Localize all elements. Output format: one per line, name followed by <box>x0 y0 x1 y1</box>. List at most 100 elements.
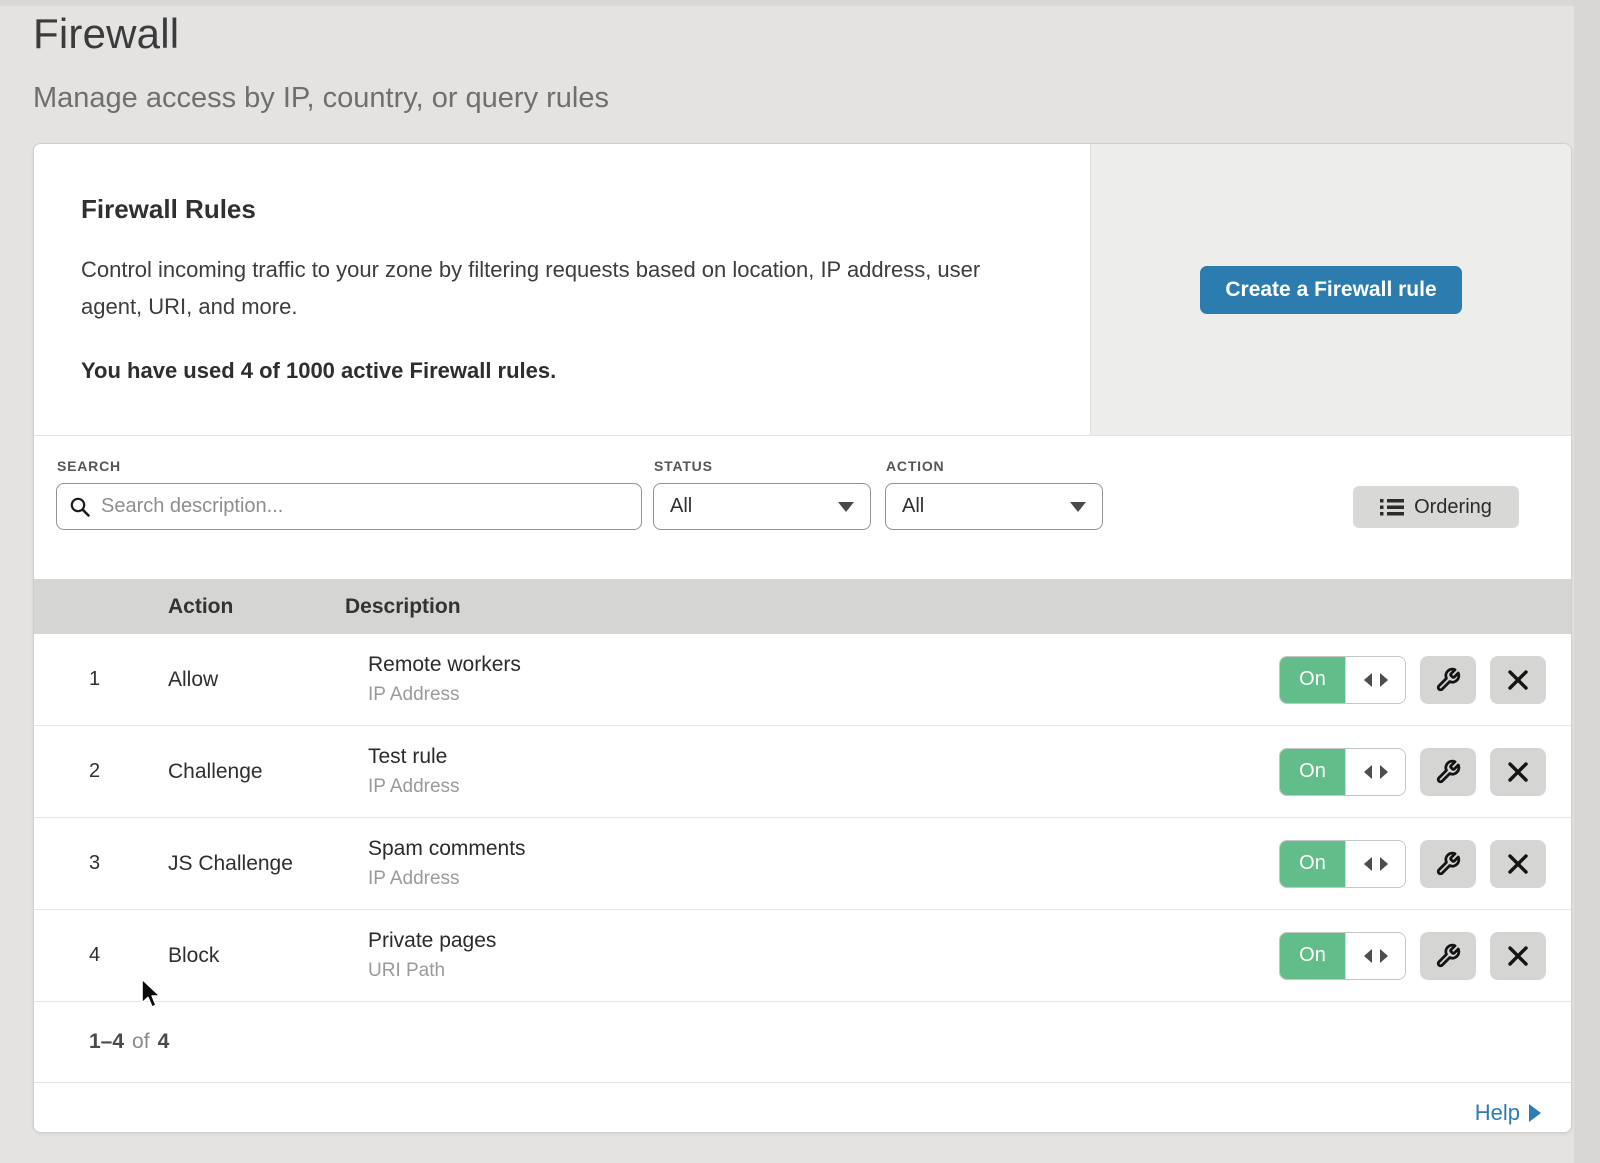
rule-field: IP Address <box>368 776 1279 798</box>
rules-description: Control incoming traffic to your zone by… <box>81 251 1026 325</box>
window-top-edge <box>0 0 1600 6</box>
delete-rule-button[interactable] <box>1490 656 1546 704</box>
help-link-label: Help <box>1475 1100 1520 1126</box>
rule-controls: On <box>1279 840 1546 888</box>
toggle-on-label: On <box>1280 749 1345 795</box>
left-right-arrows-icon <box>1364 765 1388 779</box>
triangle-right-icon <box>1529 1104 1541 1122</box>
rule-priority: 2 <box>89 760 145 783</box>
rule-field: IP Address <box>368 684 1279 706</box>
rule-controls: On <box>1279 656 1546 704</box>
status-select-value: All <box>670 495 692 518</box>
page-header: Firewall Manage access by IP, country, o… <box>33 10 609 115</box>
search-icon <box>69 496 91 518</box>
action-select[interactable]: All <box>885 483 1103 530</box>
window-right-edge <box>1574 0 1600 1163</box>
rule-action: JS Challenge <box>168 852 368 876</box>
rule-action: Challenge <box>168 760 368 784</box>
delete-rule-button[interactable] <box>1490 932 1546 980</box>
table-row: 2 Challenge Test rule IP Address On <box>34 726 1571 818</box>
edit-rule-button[interactable] <box>1420 748 1476 796</box>
toggle-on-label: On <box>1280 841 1345 887</box>
ordering-button[interactable]: Ordering <box>1353 486 1519 528</box>
close-icon <box>1507 669 1529 691</box>
toggle-handle[interactable] <box>1345 933 1405 979</box>
filters-bar: SEARCH STATUS All ACTION All <box>34 436 1571 579</box>
column-header-description: Description <box>345 595 461 619</box>
edit-rule-button[interactable] <box>1420 840 1476 888</box>
table-row: 4 Block Private pages URI Path On <box>34 910 1571 1002</box>
rule-description: Test rule <box>368 745 1279 769</box>
rules-heading: Firewall Rules <box>81 194 1030 225</box>
rule-enabled-toggle[interactable]: On <box>1279 748 1406 796</box>
rule-description: Remote workers <box>368 653 1279 677</box>
wrench-icon <box>1435 667 1461 693</box>
rule-description-cell: Remote workers IP Address <box>368 653 1279 706</box>
edit-rule-button[interactable] <box>1420 932 1476 980</box>
search-input[interactable] <box>101 495 629 518</box>
delete-rule-button[interactable] <box>1490 748 1546 796</box>
rule-enabled-toggle[interactable]: On <box>1279 840 1406 888</box>
close-icon <box>1507 761 1529 783</box>
table-row: 1 Allow Remote workers IP Address On <box>34 634 1571 726</box>
wrench-icon <box>1435 759 1461 785</box>
left-right-arrows-icon <box>1364 949 1388 963</box>
pagination-total: 4 <box>158 1030 170 1054</box>
wrench-icon <box>1435 851 1461 877</box>
chevron-down-icon <box>838 502 854 512</box>
page-title: Firewall <box>33 10 609 58</box>
left-right-arrows-icon <box>1364 673 1388 687</box>
status-select[interactable]: All <box>653 483 871 530</box>
rule-description-cell: Spam comments IP Address <box>368 837 1279 890</box>
card-footer: Help <box>34 1082 1571 1133</box>
rule-field: IP Address <box>368 868 1279 890</box>
search-label: SEARCH <box>57 458 121 474</box>
rule-description-cell: Test rule IP Address <box>368 745 1279 798</box>
close-icon <box>1507 945 1529 967</box>
rule-priority: 3 <box>89 852 145 875</box>
column-header-action: Action <box>168 595 345 619</box>
edit-rule-button[interactable] <box>1420 656 1476 704</box>
wrench-icon <box>1435 943 1461 969</box>
rules-overview-section: Firewall Rules Control incoming traffic … <box>34 144 1571 436</box>
toggle-handle[interactable] <box>1345 841 1405 887</box>
action-select-value: All <box>902 495 924 518</box>
rule-action: Block <box>168 944 368 968</box>
close-icon <box>1507 853 1529 875</box>
rule-enabled-toggle[interactable]: On <box>1279 656 1406 704</box>
rule-controls: On <box>1279 932 1546 980</box>
rule-priority: 1 <box>89 668 145 691</box>
toggle-on-label: On <box>1280 657 1345 703</box>
rule-action: Allow <box>168 668 368 692</box>
table-header: Action Description <box>34 579 1571 634</box>
table-row: 3 JS Challenge Spam comments IP Address … <box>34 818 1571 910</box>
firewall-rules-card: Firewall Rules Control incoming traffic … <box>33 143 1572 1133</box>
chevron-down-icon <box>1070 502 1086 512</box>
pagination-range: 1–4 <box>89 1030 124 1054</box>
rule-priority: 4 <box>89 944 145 967</box>
page-subtitle: Manage access by IP, country, or query r… <box>33 82 609 115</box>
pagination: 1–4 of 4 <box>34 1002 1571 1082</box>
ordered-list-icon <box>1380 497 1404 517</box>
delete-rule-button[interactable] <box>1490 840 1546 888</box>
rule-description: Private pages <box>368 929 1279 953</box>
rule-controls: On <box>1279 748 1546 796</box>
rule-description: Spam comments <box>368 837 1279 861</box>
toggle-handle[interactable] <box>1345 749 1405 795</box>
status-label: STATUS <box>654 458 713 474</box>
toggle-handle[interactable] <box>1345 657 1405 703</box>
pagination-of: of <box>132 1030 150 1054</box>
create-firewall-rule-button[interactable]: Create a Firewall rule <box>1200 266 1461 314</box>
help-link[interactable]: Help <box>1475 1100 1541 1126</box>
toggle-on-label: On <box>1280 933 1345 979</box>
search-box[interactable] <box>56 483 642 530</box>
rules-table-body: 1 Allow Remote workers IP Address On <box>34 634 1571 1002</box>
rule-description-cell: Private pages URI Path <box>368 929 1279 982</box>
action-label: ACTION <box>886 458 944 474</box>
left-right-arrows-icon <box>1364 857 1388 871</box>
ordering-button-label: Ordering <box>1414 496 1492 519</box>
rule-enabled-toggle[interactable]: On <box>1279 932 1406 980</box>
rules-usage-text: You have used 4 of 1000 active Firewall … <box>81 358 1030 384</box>
rules-cta-panel: Create a Firewall rule <box>1090 144 1571 435</box>
rules-info: Firewall Rules Control incoming traffic … <box>34 144 1090 435</box>
